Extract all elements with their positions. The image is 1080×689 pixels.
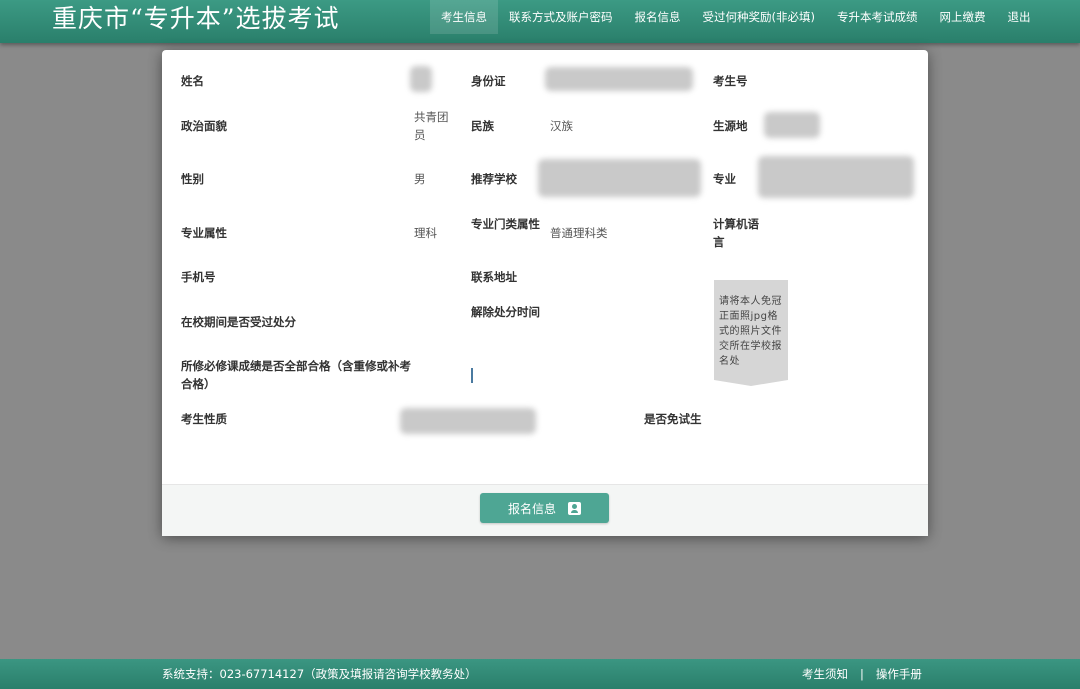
required-courses-label: 所修必修课成绩是否全部合格（含重修或补考合格）	[181, 359, 411, 391]
ethnicity-label: 民族	[471, 119, 494, 133]
major-attr-label: 专业属性	[181, 226, 227, 240]
punish-release-label: 解除处分时间	[471, 305, 540, 319]
footer-separator: |	[860, 667, 864, 681]
gender-value: 男	[414, 172, 426, 186]
exam-no-label: 考生号	[713, 74, 748, 88]
top-nav-bar: 重庆市“专升本”选拔考试 考生信息 联系方式及账户密码 报名信息 受过何种奖励(…	[0, 0, 1080, 43]
nav-registration-info[interactable]: 报名信息	[624, 0, 692, 34]
address-label: 联系地址	[471, 270, 517, 284]
site-title: 重庆市“专升本”选拔考试	[52, 4, 340, 33]
candidate-type-value-redacted	[400, 408, 536, 434]
major-attr-value: 理科	[414, 226, 437, 240]
nav-logout[interactable]: 退出	[996, 0, 1041, 34]
exempt-label: 是否免试生	[644, 412, 702, 426]
major-category-label: 专业门类属性	[471, 217, 540, 231]
name-value-redacted	[410, 66, 432, 92]
origin-value-redacted	[764, 112, 820, 138]
modal-footer: 报名信息	[162, 484, 928, 536]
candidate-notice-link[interactable]: 考生须知	[802, 667, 848, 681]
photo-placeholder: 请将本人免冠正面照jpg格式的照片文件交所在学校报名处	[714, 280, 788, 386]
school-label: 推荐学校	[471, 172, 517, 186]
registration-info-button-label: 报名信息	[507, 501, 556, 516]
id-card-value-redacted	[545, 67, 693, 91]
politics-label: 政治面貌	[181, 119, 227, 133]
photo-notice: 请将本人免冠正面照jpg格式的照片文件交所在学校报名处	[719, 296, 782, 367]
name-label: 姓名	[181, 74, 204, 88]
nav-awards[interactable]: 受过何种奖励(非必填)	[692, 0, 826, 34]
politics-value: 共青团员	[414, 110, 449, 142]
major-category-value: 普通理科类	[550, 226, 608, 240]
nav-online-payment[interactable]: 网上缴费	[928, 0, 996, 34]
page-footer: 系统支持：023-67714127（政策及填报请咨询学校教务处） 考生须知 | 操作…	[0, 659, 1080, 689]
main-nav: 考生信息 联系方式及账户密码 报名信息 受过何种奖励(非必填) 专升本考试成绩 …	[430, 0, 1041, 34]
major-value-redacted	[758, 156, 914, 198]
gender-label: 性别	[181, 172, 204, 186]
id-card-icon	[568, 501, 581, 515]
nav-exam-scores[interactable]: 专升本考试成绩	[826, 0, 929, 34]
phone-label: 手机号	[181, 270, 216, 284]
nav-contact-account[interactable]: 联系方式及账户密码	[498, 0, 624, 34]
major-label: 专业	[713, 172, 736, 186]
nav-candidate-info[interactable]: 考生信息	[430, 0, 498, 34]
computer-lang-label: 计算机语言	[713, 217, 759, 249]
candidate-type-label: 考生性质	[181, 412, 227, 426]
school-value-redacted	[538, 159, 701, 197]
candidate-info-modal: 姓名 身份证 考生号 政治面貌 共青团员 民族 汉族 生源地 性别 男 推荐学校…	[162, 50, 928, 536]
ethnicity-value: 汉族	[550, 119, 573, 133]
origin-label: 生源地	[713, 119, 748, 133]
punished-label: 在校期间是否受过处分	[181, 315, 296, 329]
support-info: 系统支持：023-67714127（政策及填报请咨询学校教务处）	[162, 667, 477, 681]
id-card-label: 身份证	[471, 74, 506, 88]
text-cursor	[471, 368, 473, 383]
registration-info-button[interactable]: 报名信息	[480, 493, 609, 523]
footer-links: 考生须知 | 操作手册	[802, 666, 922, 682]
user-manual-link[interactable]: 操作手册	[876, 667, 922, 681]
